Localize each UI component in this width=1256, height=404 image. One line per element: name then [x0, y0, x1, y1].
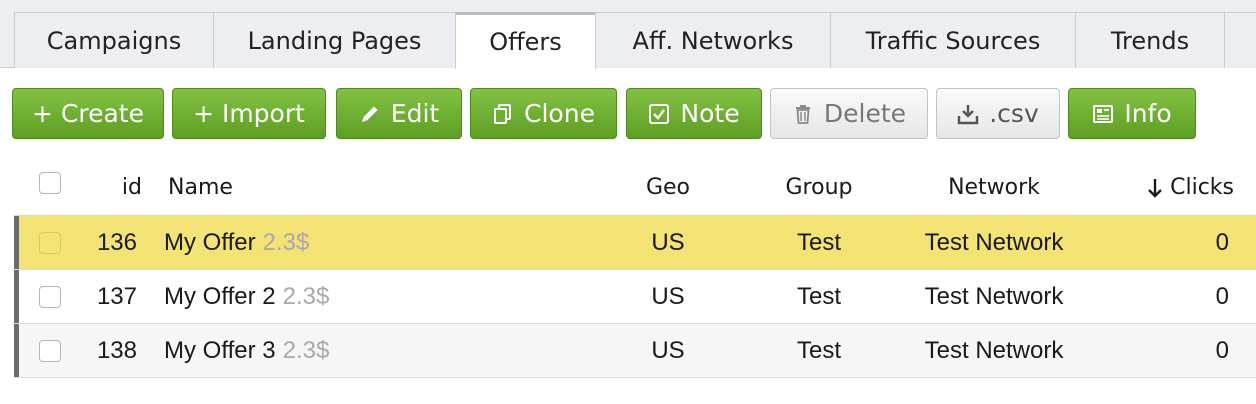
- sort-descending-icon: [1146, 177, 1164, 199]
- document-icon: [1092, 103, 1114, 125]
- cell-name: My Offer 2.3$: [164, 216, 309, 269]
- offer-name: My Offer: [164, 228, 256, 256]
- column-header-group[interactable]: Group: [754, 160, 884, 215]
- note-button[interactable]: Note: [626, 88, 762, 139]
- column-header-geo[interactable]: Geo: [614, 160, 722, 215]
- cell-group: Test: [796, 282, 841, 310]
- info-button[interactable]: Info: [1068, 88, 1196, 139]
- cell-clicks: 0: [1215, 282, 1229, 310]
- tab-landing-pages[interactable]: Landing Pages: [213, 12, 456, 68]
- import-button[interactable]: + Import: [172, 88, 326, 139]
- pencil-icon: [359, 103, 381, 125]
- cell-network: Test Network: [924, 228, 1064, 256]
- table-row[interactable]: 137 My Offer 2 2.3$ US Test Test Network…: [14, 270, 1256, 324]
- offer-price: 2.3$: [282, 336, 330, 364]
- tab-label: Campaigns: [46, 26, 182, 55]
- cell-geo: US: [651, 228, 685, 256]
- tab-traffic-sources[interactable]: Traffic Sources: [830, 12, 1076, 68]
- tab-overflow[interactable]: [1224, 12, 1256, 68]
- create-button-label: + Create: [32, 99, 144, 128]
- cell-id: 138: [96, 336, 137, 364]
- delete-button[interactable]: Delete: [770, 88, 928, 139]
- tab-offers[interactable]: Offers: [455, 12, 596, 69]
- tab-aff-networks[interactable]: Aff. Networks: [595, 12, 831, 68]
- info-button-label: Info: [1124, 99, 1172, 128]
- column-header-id[interactable]: id: [14, 160, 142, 215]
- column-header-label: Name: [168, 175, 233, 200]
- offer-price: 2.3$: [282, 282, 330, 310]
- column-header-name[interactable]: Name: [168, 160, 233, 215]
- import-button-label: + Import: [193, 99, 305, 128]
- cell-id: 136: [96, 228, 137, 256]
- column-header-label: Group: [785, 175, 853, 200]
- tab-label: Aff. Networks: [632, 26, 794, 55]
- edit-button[interactable]: Edit: [336, 88, 462, 139]
- trash-icon: [792, 103, 814, 125]
- cell-name: My Offer 3 2.3$: [164, 324, 329, 377]
- column-header-clicks[interactable]: Clicks: [1094, 160, 1234, 215]
- clone-button[interactable]: Clone: [470, 88, 617, 139]
- create-button[interactable]: + Create: [12, 88, 164, 139]
- tab-label: Offers: [489, 28, 562, 56]
- column-header-network[interactable]: Network: [914, 160, 1074, 215]
- edit-button-label: Edit: [390, 99, 440, 128]
- checkbox-note-icon: [648, 103, 670, 125]
- cell-clicks: 0: [1215, 336, 1229, 364]
- tab-label: Traffic Sources: [865, 26, 1041, 55]
- tab-campaigns[interactable]: Campaigns: [14, 12, 214, 68]
- cell-group: Test: [796, 228, 841, 256]
- clone-button-label: Clone: [524, 99, 595, 128]
- column-header-label: Geo: [645, 175, 691, 200]
- offer-name: My Offer 3: [164, 336, 276, 364]
- offer-name: My Offer 2: [164, 282, 276, 310]
- cell-network: Test Network: [924, 282, 1064, 310]
- column-header-label: id: [121, 175, 142, 200]
- download-icon: [957, 103, 979, 125]
- table-header-row: id Name Geo Group Network Clicks: [14, 160, 1256, 216]
- tab-label: Landing Pages: [247, 26, 422, 55]
- offer-price: 2.3$: [262, 228, 310, 256]
- toolbar: + Create + Import Edit Clone Note Delete…: [0, 69, 1256, 155]
- cell-clicks: 0: [1215, 228, 1229, 256]
- cell-network: Test Network: [924, 336, 1064, 364]
- delete-button-label: Delete: [823, 99, 907, 128]
- tab-trends[interactable]: Trends: [1075, 12, 1225, 68]
- export-csv-button-label: .csv: [989, 99, 1039, 128]
- tab-bar: Campaigns Landing Pages Offers Aff. Netw…: [0, 0, 1256, 69]
- column-header-label: Network: [948, 175, 1040, 200]
- cell-geo: US: [651, 282, 685, 310]
- cell-group: Test: [796, 336, 841, 364]
- copy-icon: [492, 103, 514, 125]
- export-csv-button[interactable]: .csv: [936, 88, 1060, 139]
- cell-name: My Offer 2 2.3$: [164, 270, 329, 323]
- table-row[interactable]: 138 My Offer 3 2.3$ US Test Test Network…: [14, 324, 1256, 378]
- tab-label: Trends: [1110, 26, 1190, 55]
- cell-id: 137: [96, 282, 137, 310]
- note-button-label: Note: [680, 99, 740, 128]
- column-header-label: Clicks: [1170, 175, 1234, 200]
- cell-geo: US: [651, 336, 685, 364]
- table-row[interactable]: 136 My Offer 2.3$ US Test Test Network 0: [14, 216, 1256, 270]
